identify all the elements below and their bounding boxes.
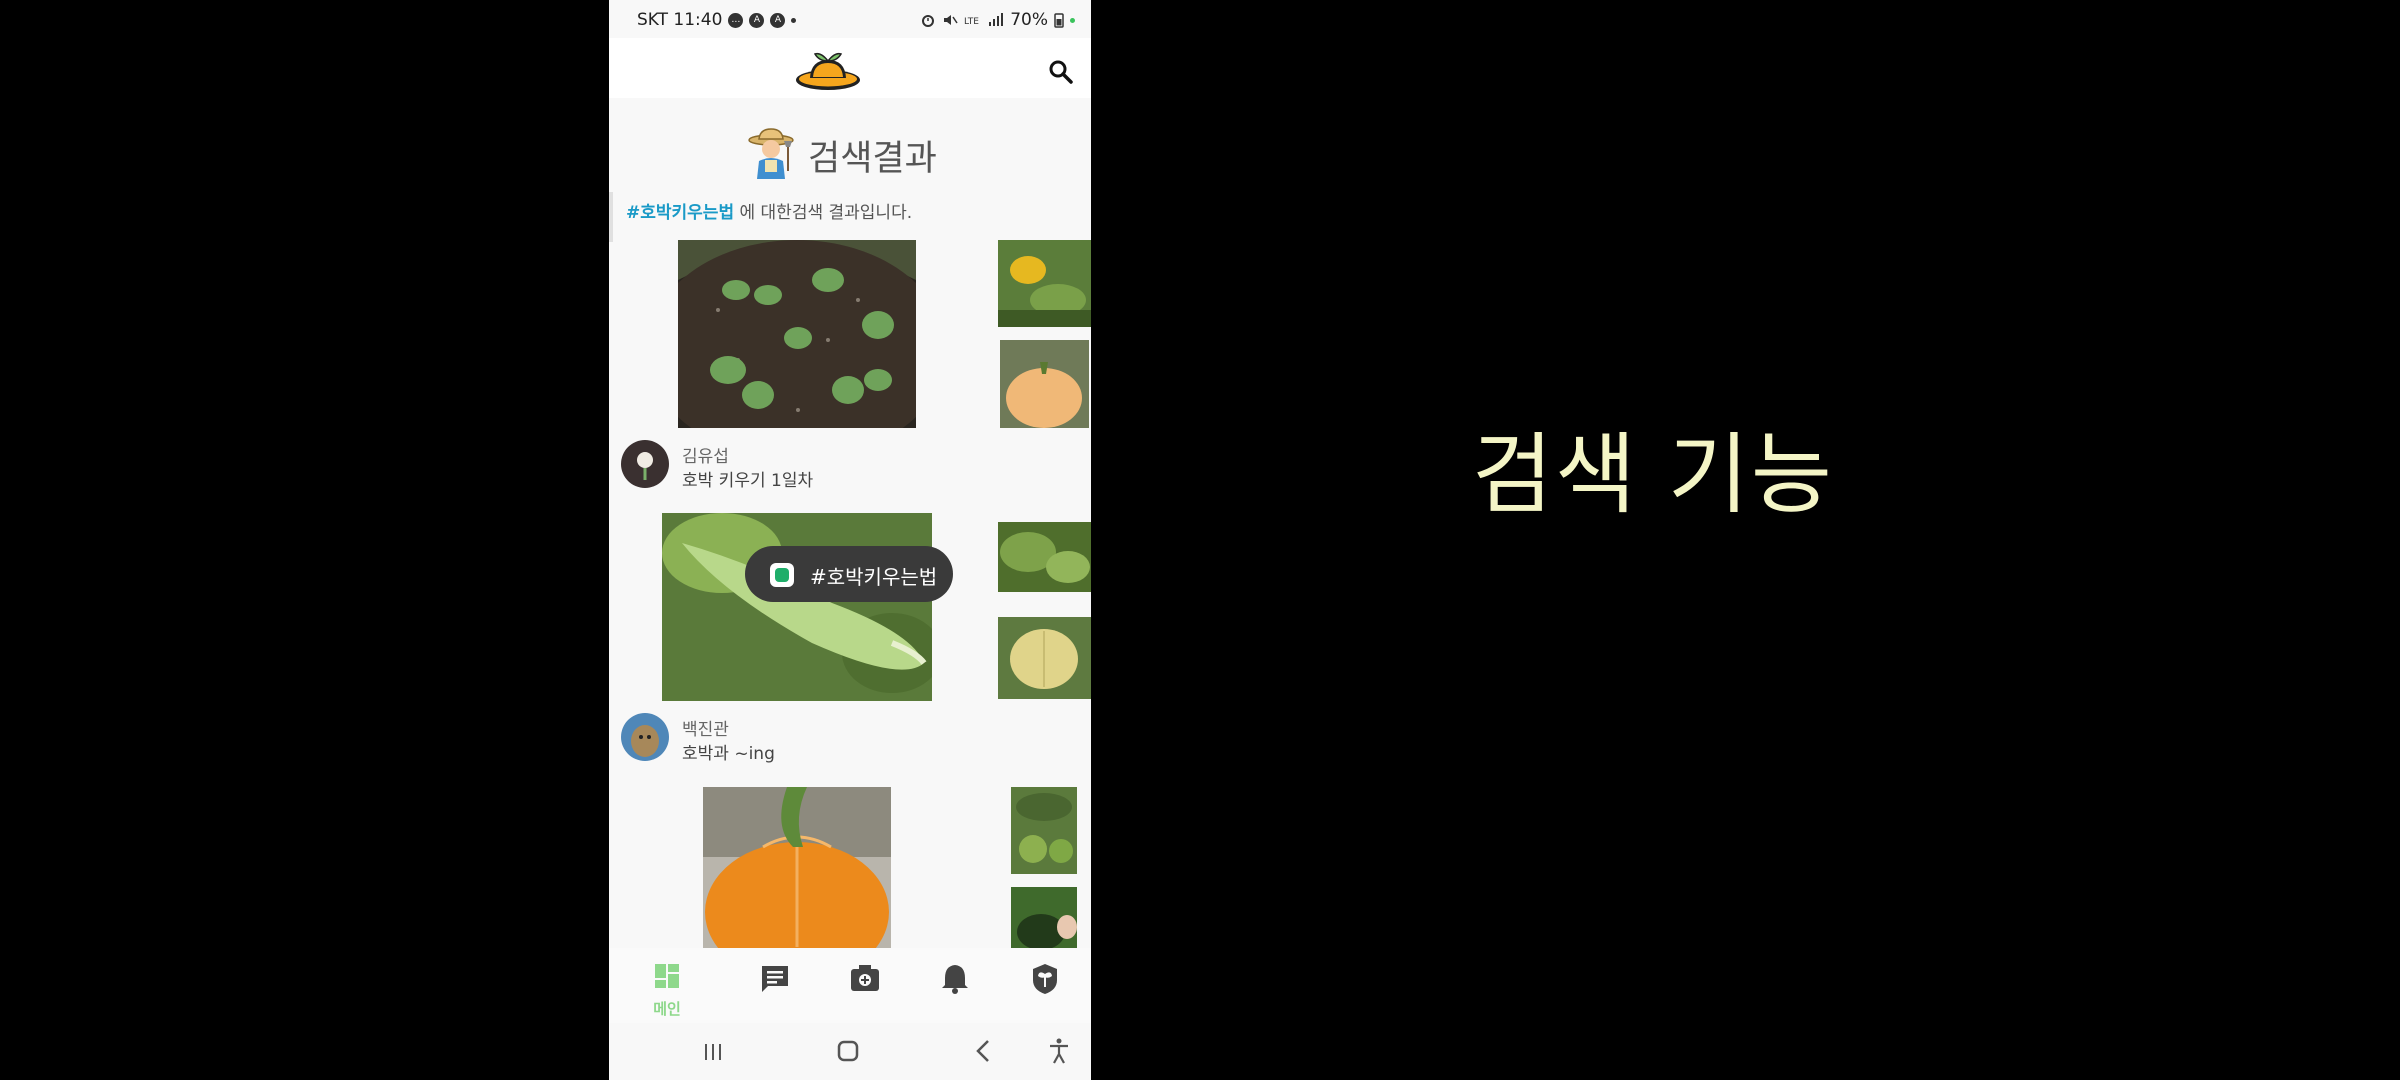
chat-notification-icon: … bbox=[728, 12, 744, 28]
plant-icon bbox=[1033, 964, 1057, 994]
alarm-icon bbox=[922, 15, 935, 27]
status-carrier-time: SKT 11:40 bbox=[637, 10, 723, 30]
svg-text:LTE: LTE bbox=[964, 17, 979, 27]
lte-icon: LTE bbox=[964, 17, 979, 27]
camera-icon bbox=[851, 965, 879, 991]
nav-camera[interactable] bbox=[835, 960, 895, 1020]
app-notification-icon: A bbox=[749, 12, 765, 28]
post-thumbnail[interactable] bbox=[998, 522, 1091, 592]
nav-profile[interactable] bbox=[1015, 960, 1075, 1020]
recent-apps-icon[interactable] bbox=[693, 1035, 733, 1067]
nav-home-label: 메인 bbox=[653, 1000, 681, 1018]
search-tag-link[interactable]: #호박키우는법 bbox=[626, 203, 734, 223]
nav-notifications[interactable] bbox=[925, 960, 985, 1020]
post-thumbnail[interactable] bbox=[1011, 887, 1077, 948]
page-heading: 검색결과 bbox=[609, 124, 1091, 180]
nav-chat[interactable] bbox=[745, 960, 805, 1020]
post-caption: 호박 키우기 1일차 bbox=[682, 471, 814, 491]
logo-icon[interactable] bbox=[793, 44, 863, 94]
post-thumbnail[interactable] bbox=[998, 240, 1091, 327]
app-icon bbox=[770, 563, 794, 587]
hashtag-toast: #호박키우는법 bbox=[745, 546, 953, 602]
overlay-caption: 검색 기능 bbox=[1472, 423, 1834, 526]
bottom-navigation: 메인 bbox=[609, 948, 1091, 1023]
farmer-icon bbox=[748, 128, 794, 179]
avatar[interactable] bbox=[621, 713, 669, 761]
post-author: 백진관 bbox=[682, 720, 729, 740]
app-bar bbox=[609, 38, 1091, 98]
system-navigation-bar bbox=[609, 1023, 1091, 1080]
search-icon[interactable] bbox=[1046, 57, 1076, 87]
home-button-icon[interactable] bbox=[828, 1035, 868, 1067]
home-icon bbox=[655, 964, 679, 988]
mute-icon bbox=[944, 15, 958, 25]
more-notifications-icon bbox=[791, 17, 797, 23]
post-main-image[interactable] bbox=[678, 240, 916, 428]
post-main-image[interactable] bbox=[662, 513, 932, 701]
battery-percent: 70% bbox=[1010, 10, 1048, 30]
post-thumbnail[interactable] bbox=[1011, 787, 1077, 874]
post-author: 김유섭 bbox=[682, 447, 729, 467]
bell-icon bbox=[942, 965, 968, 994]
post-thumbnail[interactable] bbox=[998, 617, 1091, 699]
post-main-image[interactable] bbox=[703, 787, 891, 948]
phone-screen: SKT 11:40 … A A LTE 70% 검색결과 #호박키우는법 에 대… bbox=[609, 0, 1091, 1080]
chat-icon bbox=[762, 966, 788, 992]
green-indicator-dot bbox=[1070, 17, 1075, 23]
accessibility-icon[interactable] bbox=[1039, 1035, 1079, 1067]
toast-text: #호박키우는법 bbox=[810, 565, 938, 589]
nav-home[interactable]: 메인 bbox=[637, 960, 697, 1020]
search-result-summary: #호박키우는법 에 대한검색 결과입니다. bbox=[626, 198, 912, 223]
battery-icon bbox=[1054, 13, 1064, 28]
page-title: 검색결과 bbox=[808, 139, 937, 179]
post-caption: 호박과 ~ing bbox=[682, 744, 775, 764]
avatar[interactable] bbox=[621, 440, 669, 488]
back-icon[interactable] bbox=[964, 1035, 1004, 1067]
post-thumbnail[interactable] bbox=[1000, 340, 1089, 428]
app-notification-icon-2: A bbox=[770, 12, 786, 28]
status-bar: SKT 11:40 … A A LTE 70% bbox=[609, 0, 1091, 38]
search-result-text: 에 대한검색 결과입니다. bbox=[739, 203, 913, 223]
signal-icon bbox=[989, 13, 1004, 26]
edge-indicator bbox=[609, 192, 613, 242]
post-card[interactable] bbox=[609, 787, 1091, 948]
post-card[interactable]: 김유섭 호박 키우기 1일차 bbox=[609, 240, 1091, 491]
